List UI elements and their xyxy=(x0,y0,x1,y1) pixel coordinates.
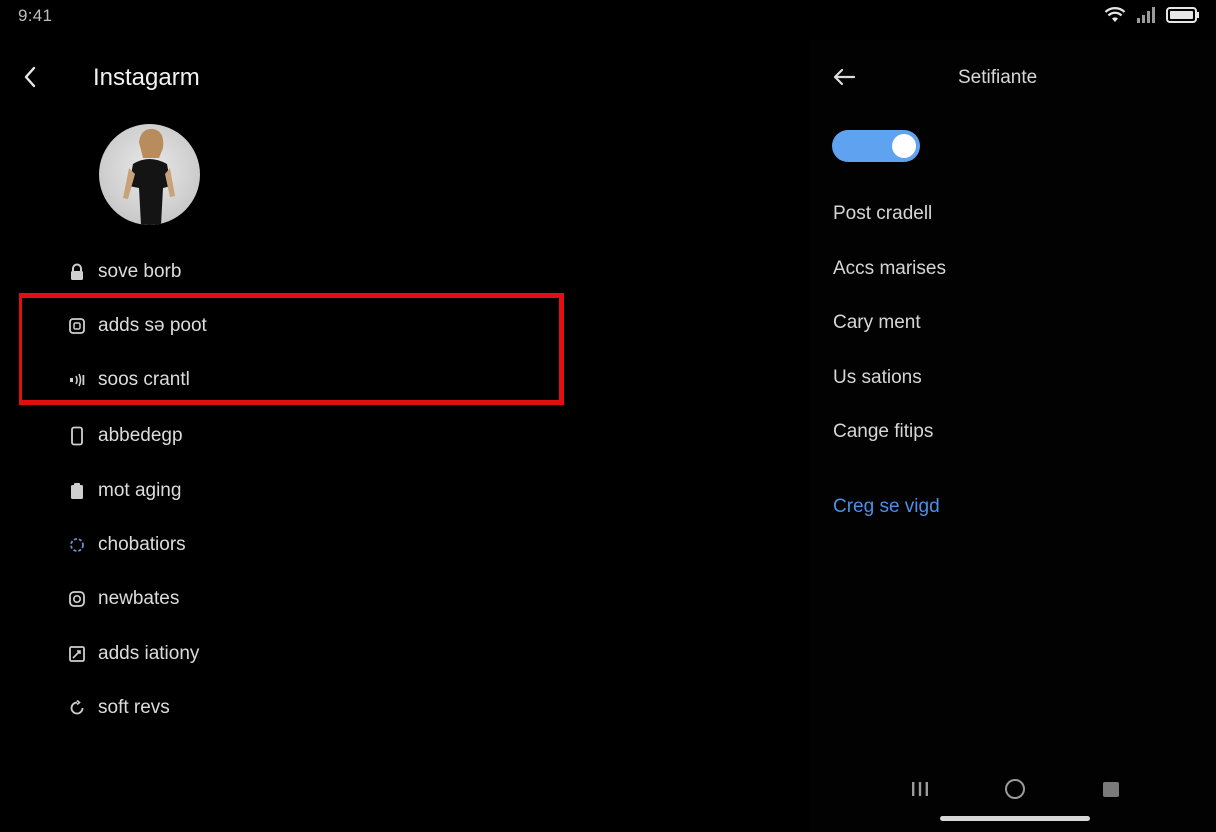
settings-item-accs-marises[interactable]: Accs marises xyxy=(833,258,946,280)
clipboard-icon xyxy=(66,480,88,502)
menu-item-label: mot aging xyxy=(98,480,182,501)
edit-square-icon xyxy=(66,643,88,665)
status-time: 9:41 xyxy=(18,6,53,25)
phone-icon xyxy=(66,425,88,447)
status-bar: 9:41 xyxy=(0,0,1216,32)
menu-item-abbedegp[interactable]: abbedegp xyxy=(66,421,183,451)
lock-icon xyxy=(66,261,88,283)
recents-icon[interactable] xyxy=(905,778,935,800)
loading-ring-icon xyxy=(66,534,88,556)
menu-item-label: soft revs xyxy=(98,697,170,718)
menu-item-label: abbedegp xyxy=(98,425,183,446)
menu-item-label: adds iationy xyxy=(98,643,200,664)
menu-item-adds-iationy[interactable]: adds iationy xyxy=(66,639,199,669)
menu-item-sove-borb[interactable]: sove borb xyxy=(66,257,181,287)
menu-item-label: soos crantl xyxy=(98,369,190,390)
menu-item-newbates[interactable]: newbates xyxy=(66,584,179,614)
menu-item-label: newbates xyxy=(98,588,180,609)
app-square-icon xyxy=(66,315,88,337)
back-square-icon[interactable] xyxy=(1096,778,1126,800)
page-title: Instagarm xyxy=(93,64,200,91)
menu-item-label: sove borb xyxy=(98,261,182,282)
settings-item-cary-ment[interactable]: Cary ment xyxy=(833,312,921,334)
settings-item-post-cradell[interactable]: Post cradell xyxy=(833,203,932,225)
wifi-icon xyxy=(1104,6,1126,24)
menu-item-label: adds sə poot xyxy=(98,315,207,336)
screen: 9:41 Instagarm sove borb adds sə poot so… xyxy=(0,0,1216,832)
settings-pane: Setifiante Post cradell Accs marises Car… xyxy=(810,40,1216,832)
camera-icon xyxy=(66,588,88,610)
profile-pane: Instagarm sove borb adds sə poot soos cr… xyxy=(0,40,800,832)
sound-icon xyxy=(66,369,88,391)
refresh-icon xyxy=(66,697,88,719)
home-indicator[interactable] xyxy=(940,816,1090,821)
back-chevron-icon[interactable] xyxy=(16,62,44,92)
signal-icon xyxy=(1136,6,1156,24)
toggle-knob xyxy=(892,134,916,158)
avatar[interactable] xyxy=(99,124,200,225)
settings-item-us-sations[interactable]: Us sations xyxy=(833,367,922,389)
back-arrow-icon[interactable] xyxy=(830,62,858,92)
menu-item-label: chobatiors xyxy=(98,534,186,555)
menu-item-soos-crantl[interactable]: soos crantl xyxy=(66,365,190,395)
settings-link[interactable]: Creg se vigd xyxy=(833,496,940,518)
menu-item-soft-revs[interactable]: soft revs xyxy=(66,693,170,723)
settings-item-cange-fitips[interactable]: Cange fitips xyxy=(833,421,933,443)
home-circle-icon[interactable] xyxy=(1000,778,1030,800)
menu-item-mot-aging[interactable]: mot aging xyxy=(66,476,181,506)
menu-item-chobatiors[interactable]: chobatiors xyxy=(66,530,186,560)
menu-item-adds-se-poot[interactable]: adds sə poot xyxy=(66,311,207,341)
nav-bar xyxy=(810,760,1216,832)
settings-toggle[interactable] xyxy=(832,130,920,162)
battery-icon xyxy=(1166,6,1200,24)
status-icons xyxy=(1104,6,1200,24)
settings-title: Setifiante xyxy=(958,67,1038,88)
